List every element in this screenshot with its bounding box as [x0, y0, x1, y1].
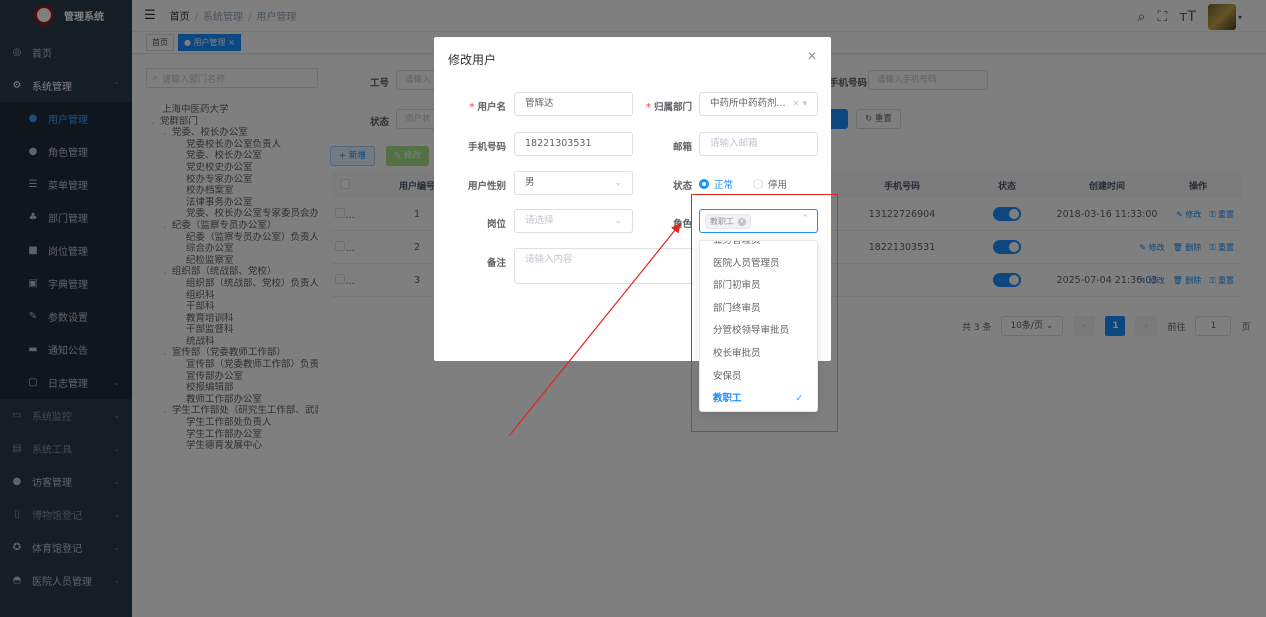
status-radio-disabled[interactable]: 停用	[753, 177, 787, 191]
status-label: 状态	[672, 181, 692, 192]
phone-label: 手机号码	[467, 142, 506, 153]
chevron-down-icon: ⌄	[614, 216, 622, 226]
gender-label: 用户性别	[467, 181, 506, 192]
clear-select-icon: × ▾	[792, 99, 807, 109]
post-label: 岗位	[486, 219, 506, 230]
post-select[interactable]: 请选择 ⌄	[514, 209, 633, 233]
status-radio-normal[interactable]: 正常	[699, 177, 733, 191]
dept-label: * 归属部门	[646, 102, 692, 113]
username-label: * 用户名	[469, 102, 506, 113]
close-icon[interactable]: ✕	[807, 49, 817, 63]
email-label: 邮箱	[672, 142, 692, 153]
email-input[interactable]: 请输入邮箱	[699, 132, 818, 156]
phone-input[interactable]: 18221303531	[514, 132, 633, 156]
gender-select[interactable]: 男 ⌄	[514, 171, 633, 195]
dept-treeselect[interactable]: 中药所中药药剂... × ▾	[699, 92, 818, 116]
username-input[interactable]: 管辉达	[514, 92, 633, 116]
remark-textarea[interactable]: 请输入内容	[514, 248, 694, 284]
annotation-highlight-box	[691, 194, 838, 432]
chevron-down-icon: ⌄	[614, 178, 622, 188]
role-label: 角色	[672, 219, 692, 230]
remark-label: 备注	[486, 258, 506, 269]
dialog-title: 修改用户	[448, 53, 497, 67]
